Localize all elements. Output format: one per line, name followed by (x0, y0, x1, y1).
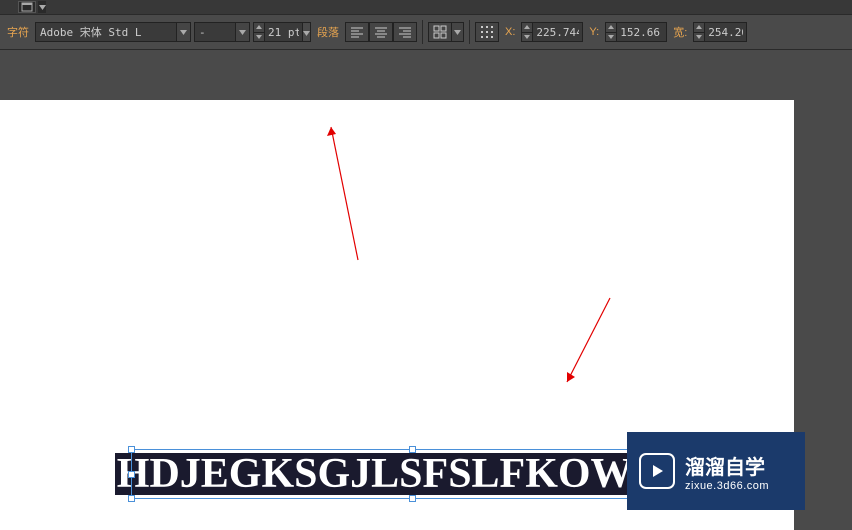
w-label: 宽: (670, 24, 690, 40)
menu-strip (0, 0, 852, 14)
w-input[interactable] (705, 22, 747, 42)
x-label: X: (502, 26, 518, 38)
font-family-dropdown[interactable] (176, 23, 190, 41)
grid-icon[interactable] (428, 22, 452, 42)
align-center-button[interactable] (369, 22, 393, 42)
y-spinner[interactable] (605, 22, 667, 42)
paragraph-label: 段落 (314, 24, 342, 40)
grid-dropdown[interactable] (452, 22, 464, 42)
align-left-button[interactable] (345, 22, 369, 42)
text-frame[interactable]: HDJEGKSGJLSFSLFKOWEJF (131, 449, 693, 499)
anchor-combo[interactable] (475, 22, 499, 42)
window-dropdown[interactable] (38, 1, 46, 13)
x-input[interactable] (533, 22, 583, 42)
font-size-spinner[interactable] (253, 22, 311, 42)
y-label: Y: (586, 26, 602, 38)
play-icon (639, 453, 675, 489)
align-group (345, 22, 417, 42)
font-family-input[interactable] (36, 26, 176, 39)
anchor-icon[interactable] (475, 22, 499, 42)
font-style-input[interactable] (195, 26, 235, 39)
text-content[interactable]: HDJEGKSGJLSFSLFKOWEJF (115, 453, 709, 495)
window-icon[interactable] (18, 1, 36, 13)
font-family-combo[interactable] (35, 22, 191, 42)
size-up[interactable] (254, 23, 264, 33)
watermark-url: zixue.3d66.com (685, 480, 769, 492)
annotation-arrow-1 (320, 110, 370, 265)
y-input[interactable] (617, 22, 667, 42)
options-bar: 字符 段落 (0, 14, 852, 50)
font-size-input[interactable] (265, 22, 303, 42)
size-down[interactable] (254, 33, 264, 42)
font-size-dropdown[interactable] (303, 22, 311, 42)
annotation-arrow-2 (557, 295, 617, 395)
x-spinner[interactable] (521, 22, 583, 42)
watermark-title: 溜溜自学 (685, 451, 769, 480)
char-label: 字符 (4, 24, 32, 40)
grid-combo[interactable] (428, 22, 464, 42)
align-right-button[interactable] (393, 22, 417, 42)
font-style-dropdown[interactable] (235, 23, 249, 41)
font-style-combo[interactable] (194, 22, 250, 42)
watermark: 溜溜自学 zixue.3d66.com (627, 432, 805, 510)
w-spinner[interactable] (693, 22, 747, 42)
